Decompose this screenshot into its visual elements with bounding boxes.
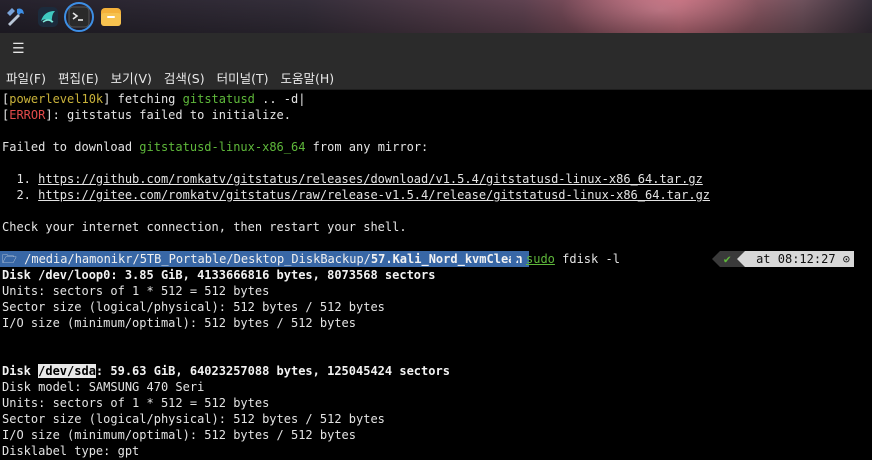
panel-shade	[0, 0, 872, 33]
output-line: Units: sectors of 1 * 512 = 512 bytes	[2, 396, 270, 410]
terminal-launcher[interactable]	[64, 2, 94, 32]
error-line: [ERROR]: gitstatus failed to initialize.	[2, 108, 291, 122]
top-panel	[0, 0, 872, 33]
menu-file[interactable]: 파일(F)	[6, 68, 46, 87]
prompt-directory-segment: 🗁 /media/hamonikr/5TB_Portable/Desktop_D…	[0, 251, 529, 267]
output-line: Sector size (logical/physical): 512 byte…	[2, 300, 385, 314]
output-line: Disk model: SAMSUNG 470 Seri	[2, 380, 205, 394]
files-icon	[101, 8, 121, 26]
browser-launcher[interactable]	[35, 4, 61, 30]
output-line: I/O size (minimum/optimal): 512 bytes / …	[2, 316, 357, 330]
files-launcher[interactable]	[98, 4, 124, 30]
github-mirror-link[interactable]: https://github.com/romkatv/gitstatus/rel…	[38, 172, 703, 186]
disk-header-line: Disk /dev/loop0: 3.85 GiB, 4133666816 by…	[2, 268, 436, 282]
output-line: I/O size (minimum/optimal): 512 bytes / …	[2, 428, 357, 442]
kali-settings-icon	[7, 8, 24, 26]
output-line: Failed to download gitstatusd-linux-x86_…	[2, 140, 429, 154]
menu-search[interactable]: 검색(S)	[164, 68, 205, 87]
right-prompt-arrow	[711, 251, 720, 267]
menu-edit[interactable]: 편집(E)	[58, 68, 99, 87]
prompt-arrow-separator	[511, 251, 519, 267]
terminal-icon	[68, 6, 90, 28]
output-line: Check your internet connection, then res…	[2, 220, 407, 234]
output-line: Sector size (logical/physical): 512 byte…	[2, 412, 385, 426]
right-prompt-separator	[736, 251, 745, 267]
hamburger-menu-icon[interactable]: ☰	[12, 41, 28, 57]
terminal-headerbar: ☰	[0, 33, 872, 65]
browser-icon	[38, 7, 58, 27]
prompt-time: at 08:12:27 ⊙	[744, 251, 854, 267]
status-ok-icon: ✔	[719, 251, 737, 267]
output-line: [powerlevel10k] fetching gitstatusd .. -…	[2, 92, 306, 106]
output-line: Units: sectors of 1 * 512 = 512 bytes	[2, 284, 270, 298]
prompt-command: sudo fdisk -l	[526, 252, 620, 266]
menu-view[interactable]: 보기(V)	[111, 68, 152, 87]
terminal-menubar: 파일(F) 편집(E) 보기(V) 검색(S) 터미널(T) 도움말(H)	[0, 65, 872, 90]
folder-open-icon: 🗁	[2, 252, 17, 266]
menu-help[interactable]: 도움말(H)	[281, 68, 335, 87]
selected-text[interactable]: /dev/sda	[38, 364, 96, 378]
mirror-link-line: 2. https://gitee.com/romkatv/gitstatus/r…	[2, 188, 711, 202]
menu-terminal[interactable]: 터미널(T)	[217, 68, 269, 87]
mirror-link-line: 1. https://github.com/romkatv/gitstatus/…	[2, 172, 703, 186]
disk-header-line: Disk /dev/sda: 59.63 GiB, 64023257088 by…	[2, 364, 450, 378]
settings-launcher[interactable]	[3, 4, 29, 30]
right-prompt: ✔ at 08:12:27 ⊙	[711, 251, 854, 267]
terminal-output[interactable]: [powerlevel10k] fetching gitstatusd .. -…	[0, 90, 872, 460]
gitee-mirror-link[interactable]: https://gitee.com/romkatv/gitstatus/raw/…	[38, 188, 710, 202]
output-line: Disklabel type: gpt	[2, 444, 140, 458]
